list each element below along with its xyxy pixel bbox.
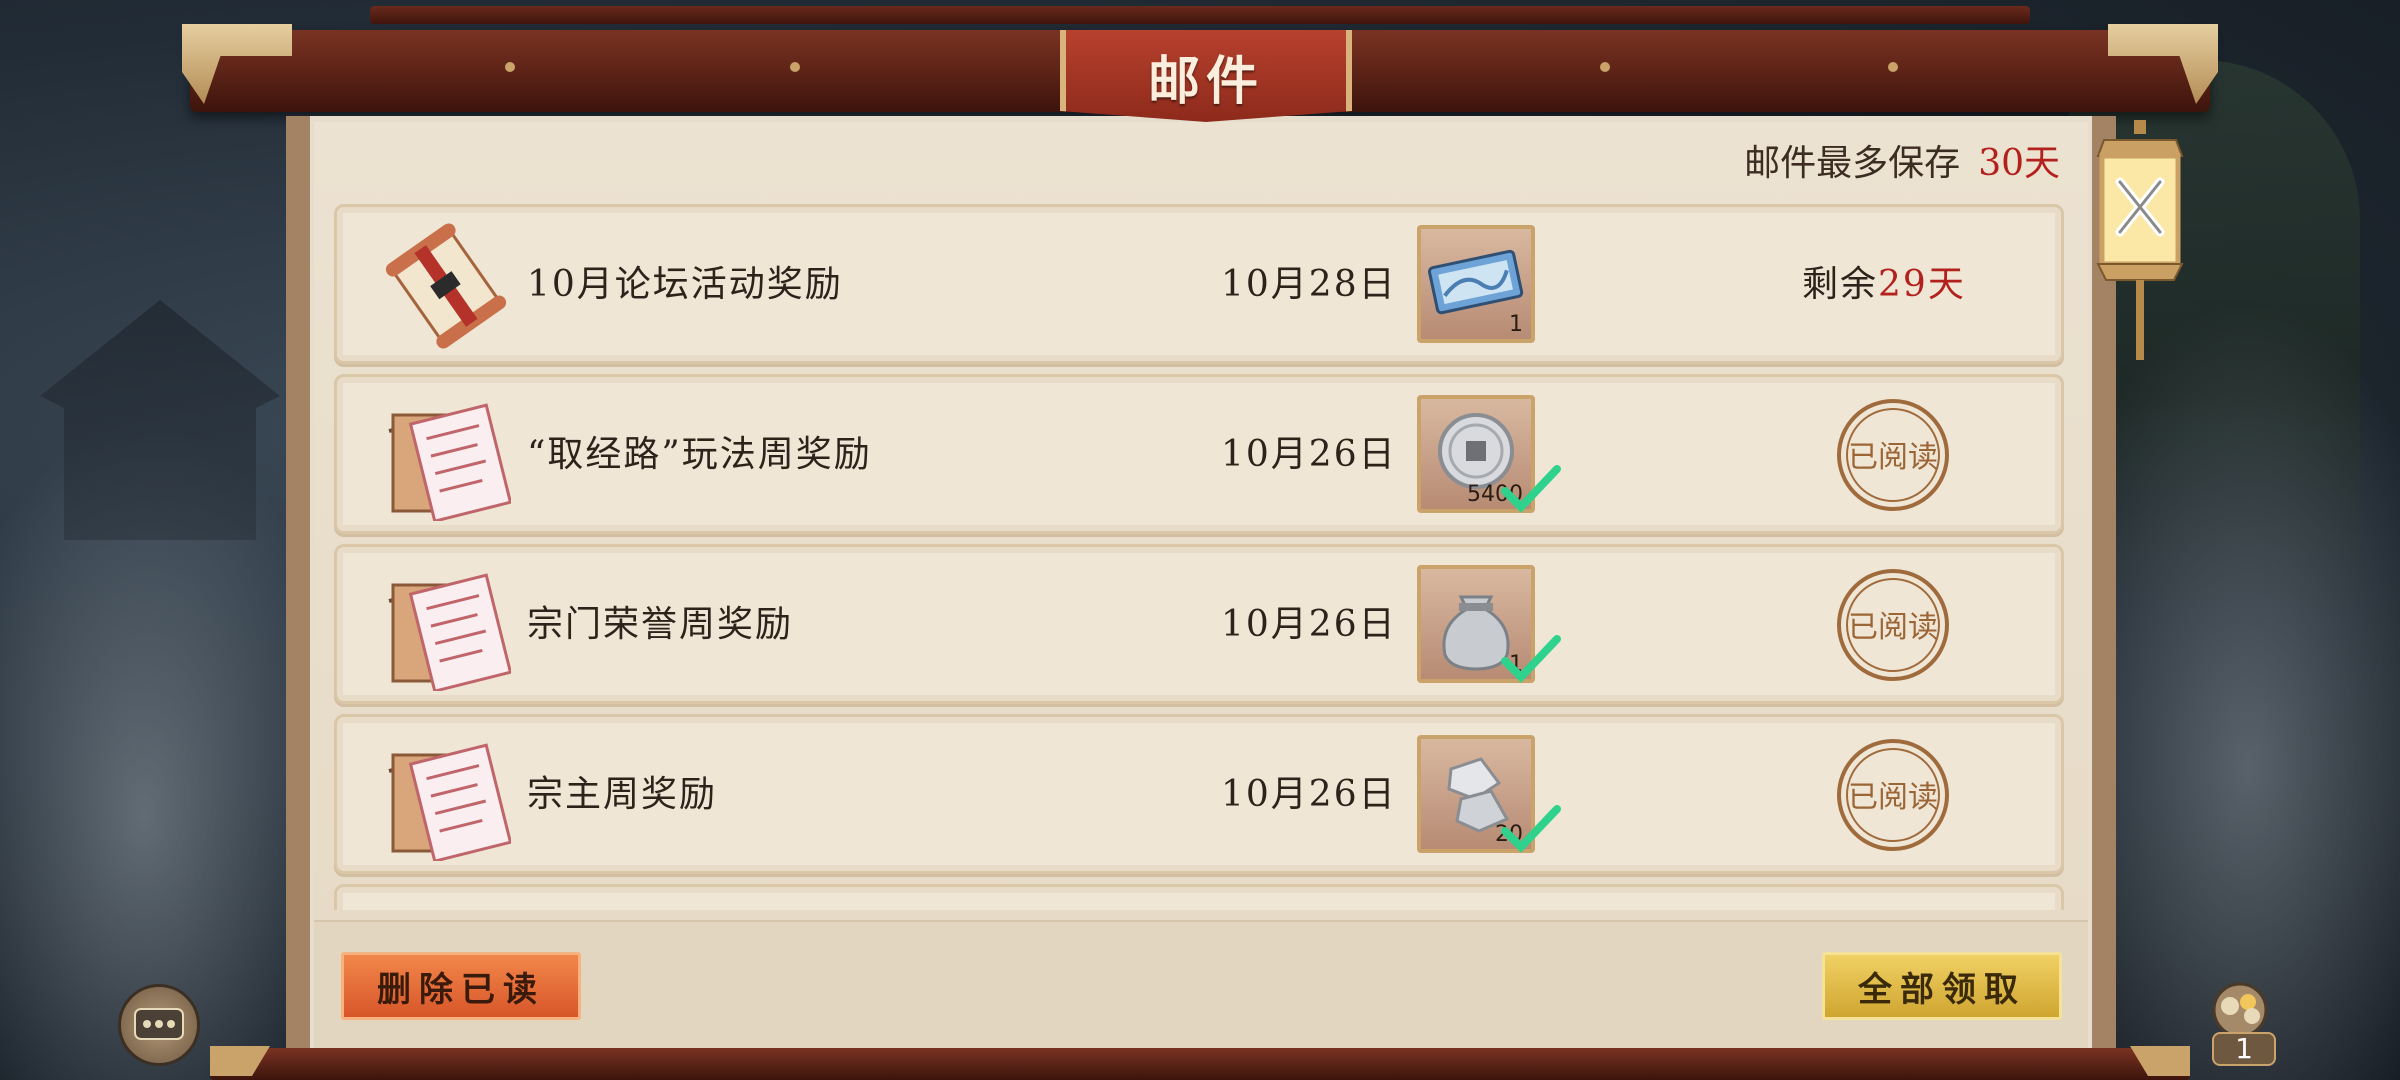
bag-count: 1 <box>2212 1032 2276 1066</box>
letter-icon <box>388 403 511 521</box>
beam-stud <box>790 62 800 72</box>
mail-date: 10月28日 <box>1221 264 1397 305</box>
claimed-check-icon <box>1501 635 1561 683</box>
mail-date: 10月26日 <box>1221 604 1397 645</box>
reward-count: 1 <box>1509 312 1523 337</box>
mail-row[interactable]: “取经路”玩法周奖励 10月26日 5400 已阅读 <box>334 374 2064 534</box>
letter-icon <box>388 573 511 691</box>
read-stamp-text: 已阅读 <box>1848 780 1938 815</box>
window-title: 邮件 <box>1060 30 1352 122</box>
retention-notice: 邮件最多保存 30天 <box>1700 130 2060 190</box>
reward-item-slot[interactable]: 1 <box>1417 225 1535 343</box>
mail-row[interactable] <box>334 884 2064 910</box>
background-temple <box>40 300 280 540</box>
claimed-check-icon <box>1501 465 1561 513</box>
remaining-time: 剩余29天 <box>1802 255 1966 307</box>
delete-read-button[interactable]: 删除已读 <box>341 952 581 1020</box>
lantern-tassel <box>2136 280 2144 360</box>
mail-row[interactable]: 10月论坛活动奖励 10月28日 1 剩余29天 <box>334 204 2064 364</box>
mail-date: 10月26日 <box>1221 774 1397 815</box>
lantern-hook <box>2134 120 2146 134</box>
mail-date: 10月26日 <box>1221 434 1397 475</box>
top-beam-thin <box>370 6 2030 24</box>
mail-subject: 10月论坛活动奖励 <box>527 264 843 305</box>
remaining-label: 剩余 <box>1802 264 1879 305</box>
claimed-check-icon <box>1501 805 1561 853</box>
mail-row[interactable]: 宗主周奖励 10月26日 20 已阅读 <box>334 714 2064 874</box>
retention-days: 30天 <box>1978 143 2060 184</box>
read-stamp-text: 已阅读 <box>1848 610 1938 645</box>
read-stamp-icon: 已阅读 <box>1837 739 1949 851</box>
retention-label: 邮件最多保存 <box>1744 143 1961 184</box>
beam-stud <box>1600 62 1610 72</box>
read-stamp-text: 已阅读 <box>1848 440 1938 475</box>
close-lantern-button[interactable] <box>2090 120 2190 380</box>
letter-icon <box>388 743 511 861</box>
scroll-letter-icon <box>385 223 507 349</box>
remaining-days: 29天 <box>1878 264 1966 305</box>
mail-list[interactable]: 10月论坛活动奖励 10月28日 1 剩余29天 “取经路”玩法周奖励 10月2… <box>330 204 2070 910</box>
chat-bubble-icon <box>134 1008 184 1040</box>
chat-button[interactable] <box>118 984 200 1066</box>
mail-subject: 宗主周奖励 <box>527 774 718 815</box>
read-stamp-icon: 已阅读 <box>1837 399 1949 511</box>
mail-row[interactable]: 宗门荣誉周奖励 10月26日 1 已阅读 <box>334 544 2064 704</box>
beam-stud <box>505 62 515 72</box>
mail-subject: “取经路”玩法周奖励 <box>527 434 872 475</box>
beam-stud <box>1888 62 1898 72</box>
mail-subject: 宗门荣誉周奖励 <box>527 604 794 645</box>
read-stamp-icon: 已阅读 <box>1837 569 1949 681</box>
bottom-beam <box>210 1048 2190 1080</box>
claim-all-button[interactable]: 全部领取 <box>1822 952 2062 1020</box>
